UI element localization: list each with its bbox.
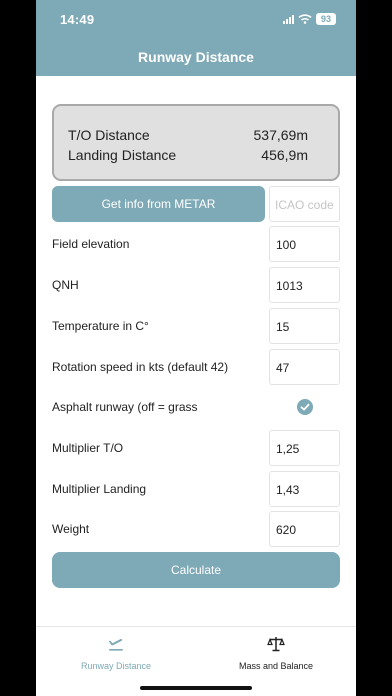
rotation-speed-row: Rotation speed in kts (default 42) 47 [52,349,340,385]
tab-runway-distance[interactable]: Runway Distance [36,636,196,671]
scale-balance-icon [267,637,285,652]
landing-distance-row: Landing Distance 456,9m [68,145,324,165]
weight-row: Weight 620 [52,511,340,547]
tab-mass-and-balance[interactable]: Mass and Balance [196,636,356,671]
qnh-label: QNH [52,278,79,292]
asphalt-runway-label: Asphalt runway (off = grass [52,400,198,414]
navigation-bar: 14:49 93 Runway Distance [36,0,356,76]
field-elevation-label: Field elevation [52,237,130,251]
multiplier-to-row: Multiplier T/O 1,25 [52,430,340,466]
multiplier-landing-row: Multiplier Landing 1,43 [52,471,340,507]
qnh-row: QNH 1013 [52,267,340,303]
temperature-row: Temperature in C° 15 [52,308,340,344]
airplane-takeoff-icon [108,638,123,651]
to-distance-row: T/O Distance 537,69m [68,125,324,145]
checkmark-icon [300,403,310,411]
results-panel: T/O Distance 537,69m Landing Distance 45… [52,104,340,181]
home-indicator [140,686,252,690]
app-screen: 14:49 93 Runway Distance T/O Distance 53… [36,0,356,696]
tab-runway-distance-label: Runway Distance [80,661,152,671]
multiplier-to-input[interactable]: 1,25 [269,430,340,466]
metar-button[interactable]: Get info from METAR [52,186,265,222]
battery-icon: 93 [316,13,336,25]
multiplier-landing-label: Multiplier Landing [52,482,147,496]
multiplier-to-label: Multiplier T/O [52,441,124,455]
to-distance-value: 537,69m [253,127,308,143]
rotation-speed-input[interactable]: 47 [269,349,340,385]
asphalt-runway-row: Asphalt runway (off = grass [52,389,340,425]
field-elevation-row: Field elevation 100 [52,226,340,262]
landing-distance-value: 456,9m [261,147,308,163]
status-time: 14:49 [60,12,95,27]
icao-code-input[interactable]: ICAO code [269,186,340,222]
temperature-input[interactable]: 15 [269,308,340,344]
signal-icon [283,14,294,24]
to-distance-label: T/O Distance [68,127,150,143]
asphalt-runway-checkbox[interactable] [297,399,313,415]
status-icons: 93 [283,13,336,25]
weight-label: Weight [52,522,90,536]
field-elevation-input[interactable]: 100 [269,226,340,262]
calculate-button[interactable]: Calculate [52,552,340,588]
temperature-label: Temperature in C° [52,319,149,333]
page-title: Runway Distance [138,49,254,65]
landing-distance-label: Landing Distance [68,147,177,163]
rotation-speed-label: Rotation speed in kts (default 42) [52,360,229,374]
tab-mass-and-balance-label: Mass and Balance [238,661,314,671]
qnh-input[interactable]: 1013 [269,267,340,303]
multiplier-landing-input[interactable]: 1,43 [269,471,340,507]
wifi-icon [298,14,312,24]
weight-input[interactable]: 620 [269,511,340,547]
